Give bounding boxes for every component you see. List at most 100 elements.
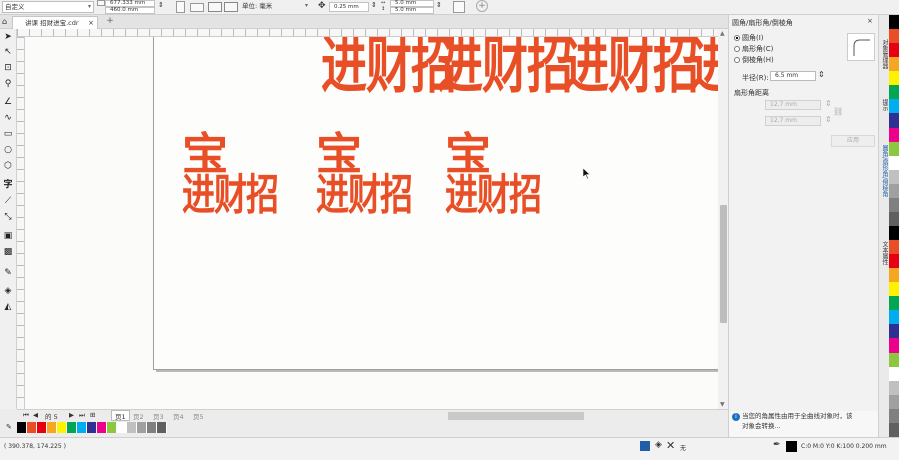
color-swatch[interactable]	[17, 422, 27, 433]
all-pages-icon[interactable]	[208, 2, 222, 12]
add-page-icon[interactable]: ⊞	[90, 411, 95, 419]
color-swatch[interactable]	[889, 324, 899, 339]
pick-tool-icon[interactable]: ➤	[2, 31, 14, 43]
color-swatch[interactable]	[889, 169, 899, 184]
dup-x-field[interactable]: 5.0 mm	[390, 0, 434, 7]
color-swatch[interactable]	[127, 422, 137, 433]
preset-dropdown[interactable]: 自定义 ▾	[2, 1, 94, 13]
ellipse-tool-icon[interactable]: ○	[2, 144, 14, 156]
color-swatch[interactable]	[889, 15, 899, 30]
distance-field-a[interactable]: 12.7 mm	[765, 100, 821, 110]
color-swatch[interactable]	[57, 422, 67, 433]
freehand-tool-icon[interactable]: ∠	[2, 96, 14, 108]
tab-page-3[interactable]: 页3	[153, 411, 164, 421]
distance-field-b[interactable]: 12.7 mm	[765, 116, 821, 126]
spin-arrows-icon[interactable]: ⇕	[158, 1, 164, 9]
portrait-icon[interactable]	[176, 1, 185, 13]
color-swatch[interactable]	[889, 408, 899, 423]
last-page-icon[interactable]: ⏭	[79, 411, 85, 420]
transparency-tool-icon[interactable]: ▩	[2, 246, 14, 258]
shape-tool-icon[interactable]: ↖	[2, 46, 14, 58]
spin-arrows-icon[interactable]: ⇕	[436, 1, 442, 9]
color-swatch[interactable]	[37, 422, 47, 433]
color-swatch[interactable]	[87, 422, 97, 433]
lock-icon[interactable]: ⛓	[833, 107, 843, 116]
radio-chamfer[interactable]: 倒棱角(H)	[734, 55, 774, 65]
color-swatch[interactable]	[889, 352, 899, 367]
crop-tool-icon[interactable]: ⊡	[2, 62, 14, 74]
connector-tool-icon[interactable]: ⤡	[2, 211, 14, 223]
tab-page-1[interactable]: 页1	[111, 410, 130, 421]
color-swatch[interactable]	[889, 141, 899, 156]
color-swatch[interactable]	[889, 43, 899, 58]
vtab-object-manager[interactable]: 对象管理器	[880, 39, 889, 69]
spin-arrows-icon[interactable]: ⇕	[371, 1, 377, 9]
fill-tool-icon[interactable]: ◈	[2, 285, 14, 297]
artwork-glyph-group[interactable]: 宝 进财招	[316, 133, 413, 216]
next-page-icon[interactable]: ▶	[69, 411, 74, 419]
parallel-dimension-icon[interactable]: ⟋	[2, 195, 14, 207]
color-swatch[interactable]	[889, 338, 899, 353]
rectangle-tool-icon[interactable]: ▭	[2, 128, 14, 140]
color-swatch[interactable]	[889, 113, 899, 128]
color-swatch[interactable]	[889, 422, 899, 437]
shadow-tool-icon[interactable]: ▣	[2, 230, 14, 242]
radio-scallop[interactable]: 扇形角(C)	[734, 44, 773, 54]
color-swatch[interactable]	[889, 85, 899, 100]
color-swatch[interactable]	[889, 29, 899, 44]
ruler-horizontal[interactable]	[17, 29, 728, 37]
scroll-down-icon[interactable]: ▼	[720, 401, 725, 408]
vertical-scroll-thumb[interactable]	[720, 205, 727, 323]
color-swatch[interactable]	[889, 71, 899, 86]
add-icon[interactable]: +	[476, 0, 488, 12]
text-tool-icon[interactable]: 字	[2, 179, 14, 191]
home-icon[interactable]: ⌂	[2, 17, 7, 26]
tab-document[interactable]: 讲课 招财进宝.cdr ×	[12, 16, 98, 29]
color-swatch[interactable]	[157, 422, 167, 433]
zoom-tool-icon[interactable]: ⚲	[2, 78, 14, 90]
color-swatch[interactable]	[889, 310, 899, 325]
artwork-glyph-group[interactable]: 宝 进财招	[445, 133, 542, 216]
color-swatch[interactable]	[889, 394, 899, 409]
close-icon[interactable]: ×	[867, 17, 873, 25]
color-swatch[interactable]	[67, 422, 77, 433]
artwork-glyph-group[interactable]: 宝 进财招	[182, 133, 279, 216]
close-icon[interactable]: ×	[88, 17, 94, 29]
page-frame-icon[interactable]	[453, 1, 465, 13]
color-swatch[interactable]	[889, 380, 899, 395]
eyedropper-tool-icon[interactable]: ✎	[2, 267, 14, 279]
tab-page-4[interactable]: 页4	[173, 411, 184, 421]
new-tab-icon[interactable]: +	[104, 15, 116, 28]
artwork-glyph[interactable]: 进财招	[563, 37, 699, 96]
color-swatch[interactable]	[137, 422, 147, 433]
apply-button[interactable]: 应用	[831, 135, 875, 147]
color-swatch[interactable]	[47, 422, 57, 433]
radio-round[interactable]: 圆角(I)	[734, 33, 764, 43]
spin-arrows-icon[interactable]: ⇕	[825, 115, 832, 124]
color-swatch[interactable]	[889, 99, 899, 114]
color-swatch[interactable]	[889, 268, 899, 283]
color-swatch[interactable]	[97, 422, 107, 433]
artwork-glyph[interactable]: 进	[689, 37, 718, 96]
vtab-hints[interactable]: 提示	[880, 99, 889, 111]
height-field[interactable]: 460.0 mm	[105, 7, 155, 14]
color-swatch[interactable]	[889, 155, 899, 170]
current-page-icon[interactable]	[224, 2, 238, 12]
prev-page-icon[interactable]: ◀	[33, 411, 38, 419]
vtab-text-properties[interactable]: 文本属性	[880, 241, 889, 265]
color-swatch[interactable]	[889, 225, 899, 240]
polygon-tool-icon[interactable]: ⬡	[2, 160, 14, 172]
dup-y-field[interactable]: 5.0 mm	[390, 7, 434, 14]
horizontal-scroll-thumb[interactable]	[448, 412, 584, 420]
color-swatch[interactable]	[889, 366, 899, 381]
drawing-canvas[interactable]: 进财招 进财招 进财招 进 宝 进财招 宝 进财招 宝 进财招	[25, 37, 718, 409]
artwork-glyph[interactable]: 进财招	[437, 37, 573, 96]
scroll-up-icon[interactable]: ▲	[720, 30, 725, 37]
color-swatch[interactable]	[889, 183, 899, 198]
spin-arrows-icon[interactable]: ⇕	[818, 70, 825, 79]
outline-color-swatch[interactable]	[786, 441, 797, 452]
color-swatch[interactable]	[889, 282, 899, 297]
color-swatch[interactable]	[889, 57, 899, 72]
tab-page-2[interactable]: 页2	[133, 411, 144, 421]
ruler-vertical[interactable]	[17, 37, 25, 409]
